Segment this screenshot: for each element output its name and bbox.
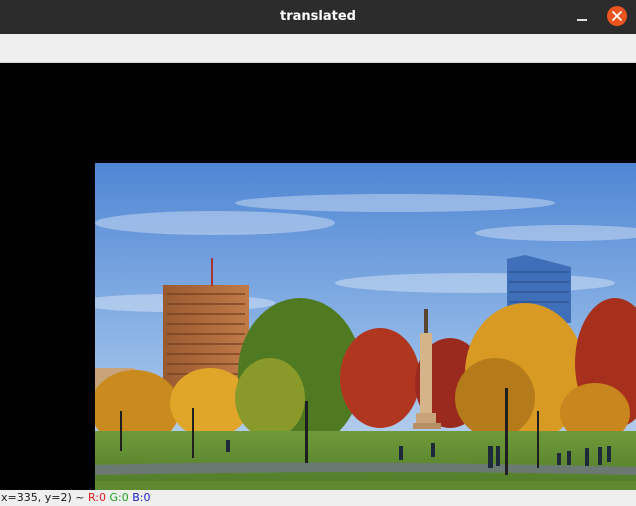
- cursor-coordinates: x=335, y=2) ~: [1, 491, 85, 504]
- pixel-red-value: R:0: [87, 491, 106, 504]
- close-button[interactable]: [607, 6, 627, 26]
- toolbar: [0, 34, 636, 63]
- status-bar: x=335, y=2) ~ R:0 G:0 B:0: [0, 490, 636, 506]
- image-canvas[interactable]: [0, 63, 636, 490]
- minimize-button[interactable]: [573, 8, 591, 26]
- pixel-blue-value: B:0: [132, 491, 151, 504]
- pixel-green-value: G:0: [109, 491, 129, 504]
- window-title: translated: [280, 9, 356, 24]
- park-photo: [95, 163, 636, 490]
- window-titlebar: translated: [0, 0, 636, 34]
- close-icon: [612, 11, 622, 21]
